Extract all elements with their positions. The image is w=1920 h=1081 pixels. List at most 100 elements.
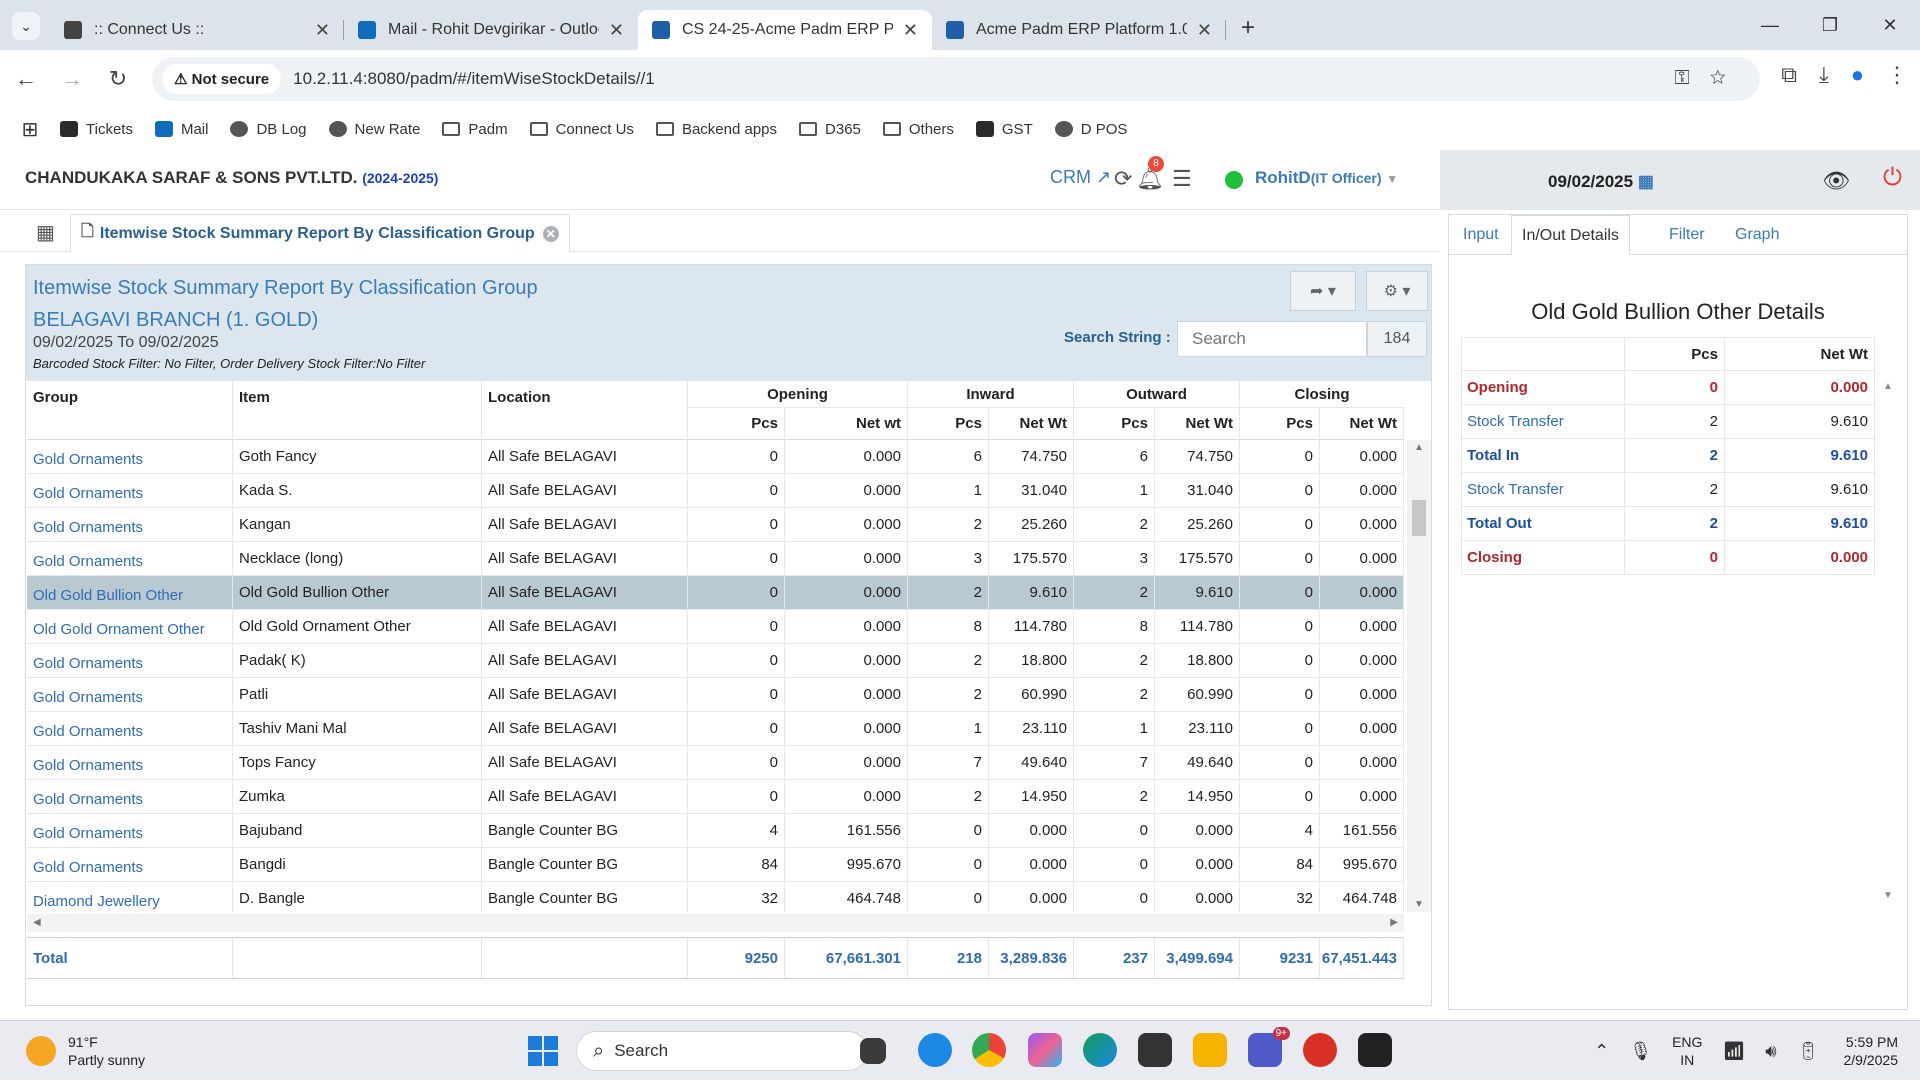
details-scrollbar[interactable]: ▲ ▼ [1879, 381, 1897, 901]
subheader-in_pcs[interactable]: Pcs [908, 408, 989, 440]
table-row[interactable]: Gold Ornaments Patli All Safe BELAGAVI 0 0.0… [27, 678, 1404, 712]
cell-group[interactable]: Gold Ornaments [27, 508, 233, 542]
minimize-icon[interactable]: — [1740, 0, 1800, 50]
details-label[interactable]: Stock Transfer [1467, 405, 1564, 439]
apps-grid-icon[interactable]: ⊞ [0, 117, 60, 142]
new-tab-button[interactable]: + [1230, 10, 1266, 46]
copilot-icon[interactable] [1028, 1033, 1062, 1067]
subheader-out_wt[interactable]: Net Wt [1155, 408, 1240, 440]
edge-icon[interactable] [1083, 1033, 1117, 1067]
tab-search-chevron-icon[interactable]: ⌄ [12, 12, 40, 40]
subheader-cl_pcs[interactable]: Pcs [1240, 408, 1320, 440]
col-item[interactable]: Item [233, 381, 482, 440]
report-tab[interactable]: 🗋︎ Itemwise Stock Summary Report By Clas… [70, 214, 570, 252]
scroll-right-icon[interactable]: ▶ [1390, 917, 1398, 928]
col-group[interactable]: Group [27, 381, 233, 440]
restore-icon[interactable]: ❐ [1800, 0, 1860, 50]
clock[interactable]: 5:59 PM 2/9/2025 [1844, 1033, 1899, 1069]
bookmark-item[interactable]: Mail [154, 121, 208, 138]
cell-group[interactable]: Gold Ornaments [27, 780, 233, 814]
chevron-up-icon[interactable]: ⌃ [1594, 1041, 1609, 1062]
cell-group[interactable]: Gold Ornaments [27, 848, 233, 882]
table-row[interactable]: Diamond Jewellery D. Bangle Bangle Counter… [27, 882, 1404, 912]
cell-group[interactable]: Gold Ornaments [27, 542, 233, 576]
details-tab-graph[interactable]: Graph [1725, 215, 1789, 255]
details-scroll-down-icon[interactable]: ▼ [1883, 890, 1893, 901]
scroll-thumb[interactable] [1412, 500, 1426, 536]
cell-group[interactable]: Old Gold Bullion Other [27, 576, 233, 610]
microphone-icon[interactable]: 🎙︎ [1629, 1041, 1652, 1062]
cell-group[interactable]: Gold Ornaments [27, 746, 233, 780]
table-row[interactable]: Gold Ornaments Goth Fancy All Safe BELAGAV… [27, 440, 1404, 474]
scroll-left-icon[interactable]: ◀ [33, 917, 41, 928]
scroll-up-icon[interactable]: ▲ [1414, 442, 1424, 453]
tab-close-icon[interactable]: ✕ [903, 20, 918, 41]
browser-tab[interactable]: CS 24-25-Acme Padm ERP Platform ✕ [638, 10, 932, 50]
teams-icon[interactable]: 9+ [1248, 1027, 1290, 1067]
sync-icon[interactable]: ⟳ [1114, 166, 1132, 192]
bookmark-item[interactable]: D365 [799, 121, 861, 138]
volume-icon[interactable]: 🔊︎ [1765, 1041, 1776, 1062]
browser-tab[interactable]: Acme Padm ERP Platform 1.00.2 ✕ [932, 10, 1226, 50]
search-input[interactable] [1177, 321, 1367, 357]
wps-office-icon[interactable] [1303, 1033, 1337, 1067]
table-row[interactable]: Gold Ornaments Tops Fancy All Safe BELAGAV… [27, 746, 1404, 780]
browser-tab[interactable]: :: Connect Us :: ✕ [50, 10, 344, 50]
subheader-op_wt[interactable]: Net wt [785, 408, 908, 440]
table-row[interactable]: Gold Ornaments Padak( K) All Safe BELAGAVI… [27, 644, 1404, 678]
cell-group[interactable]: Gold Ornaments [27, 712, 233, 746]
bookmark-item[interactable]: Padm [442, 121, 508, 138]
crm-link[interactable]: CRM ↗ [1050, 167, 1111, 188]
col-location[interactable]: Location [482, 381, 688, 440]
back-icon[interactable]: ← [6, 66, 46, 92]
bookmark-item[interactable]: DB Log [230, 121, 307, 138]
details-tab-input[interactable]: Input [1453, 215, 1509, 255]
subheader-op_pcs[interactable]: Pcs [688, 408, 785, 440]
weather-widget[interactable]: 91°F Partly sunny [26, 1033, 145, 1069]
cell-group[interactable]: Old Gold Ornament Other [27, 610, 233, 644]
details-tab-in-out-details[interactable]: In/Out Details [1511, 215, 1630, 255]
tab-close-icon[interactable]: ✕ [315, 20, 330, 41]
chrome-icon[interactable] [972, 1033, 1006, 1067]
language-indicator[interactable]: ENG IN [1672, 1033, 1702, 1069]
browser-tab[interactable]: Mail - Rohit Devgirikar - Outlook ✕ [344, 10, 638, 50]
terminal-icon[interactable] [1358, 1033, 1392, 1067]
cell-group[interactable]: Gold Ornaments [27, 440, 233, 474]
cell-group[interactable]: Gold Ornaments [27, 678, 233, 712]
calendar-icon[interactable]: ▦ [1633, 172, 1654, 191]
cell-group[interactable]: Gold Ornaments [27, 644, 233, 678]
bookmark-item[interactable]: New Rate [328, 121, 420, 138]
table-row[interactable]: Gold Ornaments Kada S. All Safe BELAGAVI 0 0… [27, 474, 1404, 508]
cell-group[interactable]: Gold Ornaments [27, 474, 233, 508]
vnc-icon[interactable] [1138, 1033, 1172, 1067]
table-row[interactable]: Gold Ornaments Kangan All Safe BELAGAVI 0 0.… [27, 508, 1404, 542]
user-menu[interactable]: RohitD(IT Officer) ▼ [1255, 168, 1398, 188]
cell-group[interactable]: Gold Ornaments [27, 814, 233, 848]
key-icon[interactable]: ⚿ [1674, 67, 1709, 89]
table-row[interactable]: Gold Ornaments Bangdi Bangle Counter BG 84 9… [27, 848, 1404, 882]
eye-slash-icon[interactable]: 👁︎ [1822, 168, 1850, 194]
profile-avatar-icon[interactable]: ● [1851, 62, 1864, 88]
bookmark-star-icon[interactable]: ☆ [1710, 67, 1746, 89]
tab-close-icon[interactable]: ✕ [609, 20, 624, 41]
grid-horizontal-scrollbar[interactable]: ◀ ▶ [27, 914, 1404, 932]
subheader-cl_wt[interactable]: Net Wt [1320, 408, 1404, 440]
bookmark-item[interactable]: D POS [1054, 121, 1127, 138]
module-grid-icon[interactable]: ▦ [36, 220, 55, 245]
cell-group[interactable]: Diamond Jewellery [27, 882, 233, 912]
extensions-icon[interactable]: ⧉ [1781, 62, 1797, 88]
working-date[interactable]: 09/02/2025 ▦ [1548, 172, 1654, 192]
subheader-in_wt[interactable]: Net Wt [989, 408, 1074, 440]
bookmark-item[interactable]: GST [975, 121, 1033, 138]
table-row[interactable]: Old Gold Ornament Other Old Gold Ornament… [27, 610, 1404, 644]
wifi-icon[interactable]: 📶︎ [1722, 1041, 1745, 1062]
not-secure-chip[interactable]: ⚠ Not secure [162, 64, 282, 94]
table-row[interactable]: Gold Ornaments Tashiv Mani Mal All Safe BE… [27, 712, 1404, 746]
tab-close-icon[interactable]: ✕ [1197, 20, 1212, 41]
download-icon[interactable]: ⤓ [1819, 62, 1829, 88]
task-view-icon[interactable] [860, 1038, 886, 1064]
table-row[interactable]: Old Gold Bullion Other Old Gold Bullion O… [27, 576, 1404, 610]
scroll-down-icon[interactable]: ▼ [1414, 899, 1424, 910]
battery-icon[interactable]: 🔋︎ [1797, 1041, 1820, 1062]
subheader-out_pcs[interactable]: Pcs [1074, 408, 1155, 440]
